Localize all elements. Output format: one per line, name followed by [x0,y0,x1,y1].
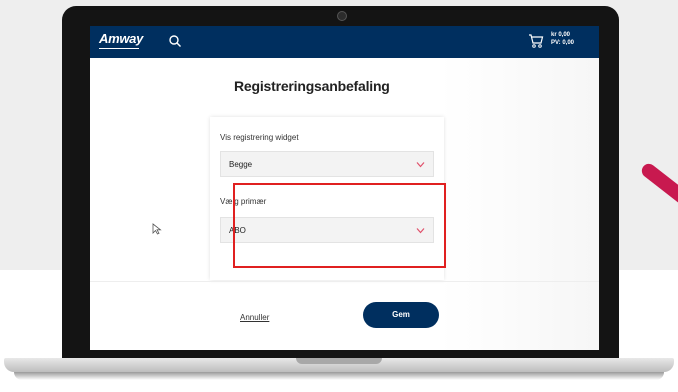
base-shadow [14,372,664,380]
cart-icon[interactable] [528,33,544,49]
base-notch [296,358,382,364]
camera-icon [337,11,347,21]
widget-label: Vis registrering widget [220,133,299,142]
logo-underline [99,48,139,49]
top-navigation-bar: Amway kr 0,00 PV: 0,00 [90,26,599,58]
page-title: Registreringsanbefaling [234,78,390,94]
amway-logo[interactable]: Amway [99,31,143,46]
widget-select[interactable]: Begge [220,151,434,177]
highlight-box [233,183,446,268]
laptop-base [0,358,678,392]
right-shade [440,58,599,350]
search-icon[interactable] [168,34,182,48]
cart-summary[interactable]: kr 0,00 PV: 0,00 [551,31,574,47]
footer-divider [90,281,599,282]
cart-pv: PV: 0,00 [551,40,575,46]
chevron-down-icon [416,162,425,168]
cart-amount: kr 0,00 [551,32,571,38]
cancel-link[interactable]: Annuller [240,313,269,322]
save-button[interactable]: Gem [363,302,439,328]
mouse-cursor-icon [152,223,162,235]
widget-select-value: Begge [229,160,253,169]
